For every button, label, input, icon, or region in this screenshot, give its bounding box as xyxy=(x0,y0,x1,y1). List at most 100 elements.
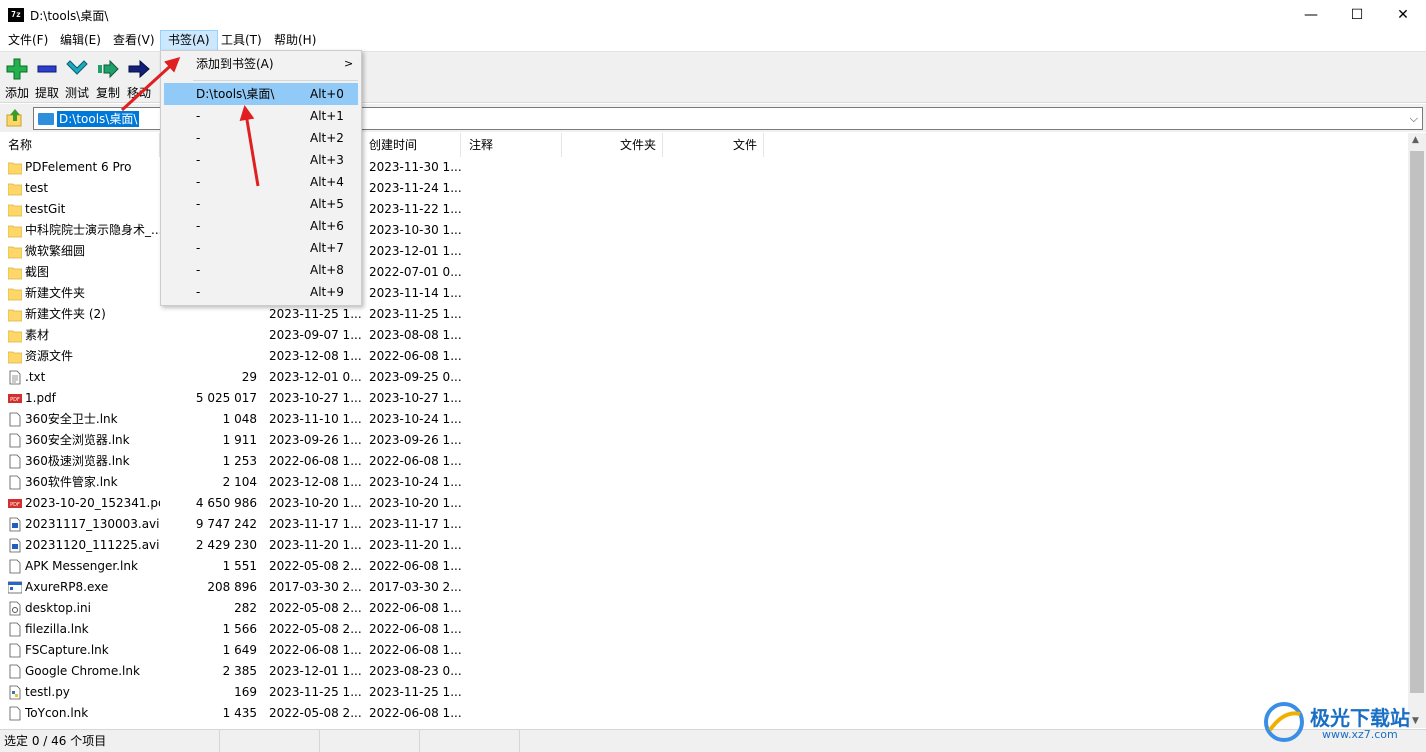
bookmark-shortcut: Alt+6 xyxy=(310,219,344,233)
file-created: 2023-09-26 1... xyxy=(369,433,461,447)
bookmark-shortcut: Alt+7 xyxy=(310,241,344,255)
video-file-icon xyxy=(9,517,21,532)
bookmark-item-5[interactable]: - Alt+5 xyxy=(164,193,358,215)
svg-text:PDF: PDF xyxy=(10,502,20,508)
table-row[interactable]: 360软件管家.lnk 2 104 2023-12-08 1... 2023-10-2… xyxy=(0,472,1408,493)
file-modified: 2022-05-08 2... xyxy=(269,622,361,636)
column-header-created[interactable]: 创建时间 xyxy=(361,133,461,157)
add-to-bookmarks-label: 添加到书签(A) xyxy=(196,57,274,71)
table-row[interactable]: 360安全浏览器.lnk 1 911 2023-09-26 1... 2023-09-… xyxy=(0,430,1408,451)
bookmark-label: - xyxy=(196,263,201,277)
table-row[interactable]: 新建文件夹 (2) 2023-11-25 1... 2023-11-25 1... xyxy=(0,304,1408,325)
bookmark-item-3[interactable]: - Alt+3 xyxy=(164,149,358,171)
table-row[interactable]: Google Chrome.lnk 2 385 2023-12-01 1... 202… xyxy=(0,661,1408,682)
menu-tools[interactable]: 工具(T) xyxy=(214,30,269,51)
table-row[interactable]: 360安全卫士.lnk 1 048 2023-11-10 1... 2023-10-2… xyxy=(0,409,1408,430)
table-row[interactable]: 20231117_130003.avi 9 747 242 2023-11-17 1… xyxy=(0,514,1408,535)
submenu-arrow-icon: > xyxy=(344,57,354,70)
menu-edit[interactable]: 编辑(E) xyxy=(53,30,108,51)
file-created: 2023-11-14 1... xyxy=(369,286,461,300)
bookmark-item-9[interactable]: - Alt+9 xyxy=(164,281,358,303)
table-row[interactable]: testl.py 169 2023-11-25 1... 2023-11-25 1..… xyxy=(0,682,1408,703)
copy-button[interactable]: 复制 xyxy=(93,54,123,102)
menu-view[interactable]: 查看(V) xyxy=(106,30,162,51)
file-name: APK Messenger.lnk xyxy=(25,559,138,573)
file-created: 2023-11-24 1... xyxy=(369,181,461,195)
file-modified: 2022-05-08 2... xyxy=(269,601,361,615)
add-to-bookmarks-item[interactable]: 添加到书签(A) > xyxy=(164,53,358,75)
table-row[interactable]: AxureRP8.exe 208 896 2017-03-30 2... 2017-0… xyxy=(0,577,1408,598)
status-packed xyxy=(320,730,420,752)
table-row[interactable]: APK Messenger.lnk 1 551 2022-05-08 2... 202… xyxy=(0,556,1408,577)
bookmark-item-7[interactable]: - Alt+7 xyxy=(164,237,358,259)
column-header-files[interactable]: 文件 xyxy=(663,133,764,157)
table-row[interactable]: PDF 2023-10-20_152341.pdf 4 650 986 2023-10… xyxy=(0,493,1408,514)
file-modified: 2023-11-17 1... xyxy=(269,517,361,531)
file-name: 360安全卫士.lnk xyxy=(25,412,118,426)
bookmark-item-8[interactable]: - Alt+8 xyxy=(164,259,358,281)
file-modified: 2023-10-20 1... xyxy=(269,496,361,510)
maximize-button[interactable]: ☐ xyxy=(1334,0,1380,30)
minimize-button[interactable]: — xyxy=(1288,0,1334,30)
drive-icon xyxy=(38,113,54,125)
menu-file[interactable]: 文件(F) xyxy=(1,30,55,51)
column-header-folders[interactable]: 文件夹 xyxy=(562,133,663,157)
vertical-scrollbar[interactable]: ▲ ▼ xyxy=(1408,133,1426,728)
table-row[interactable]: ToYcon.lnk 1 435 2022-05-08 2... 2022-06-08… xyxy=(0,703,1408,724)
watermark-logo: 极光下载站 www.xz7.com xyxy=(1262,700,1422,748)
file-name: 20231120_111225.avi xyxy=(25,538,160,552)
window-title: D:\tools\桌面\ xyxy=(30,9,109,23)
scroll-up-icon[interactable]: ▲ xyxy=(1412,135,1419,145)
file-modified: 2023-12-08 1... xyxy=(269,475,361,489)
add-button[interactable]: 添加 xyxy=(2,54,32,102)
test-button[interactable]: 测试 xyxy=(62,54,92,102)
table-row[interactable]: 素材 2023-09-07 1... 2023-08-08 1... xyxy=(0,325,1408,346)
table-row[interactable]: 20231120_111225.avi 2 429 230 2023-11-20 1… xyxy=(0,535,1408,556)
file-created: 2022-06-08 1... xyxy=(369,706,461,720)
video-file-icon xyxy=(9,538,21,553)
file-name: FSCapture.lnk xyxy=(25,643,109,657)
bookmark-item-2[interactable]: - Alt+2 xyxy=(164,127,358,149)
table-row[interactable]: FSCapture.lnk 1 649 2022-06-08 1... 2022-06… xyxy=(0,640,1408,661)
column-header-name[interactable]: 名称 xyxy=(0,133,160,157)
folder-up-icon[interactable] xyxy=(5,108,25,128)
table-row[interactable]: desktop.ini 282 2022-05-08 2... 2022-06-08 … xyxy=(0,598,1408,619)
bookmark-item-0[interactable]: D:\tools\桌面\ Alt+0 xyxy=(164,83,358,105)
close-button[interactable]: ✕ xyxy=(1380,0,1426,30)
file-name: 微软繁细圆 xyxy=(25,244,86,258)
file-created: 2023-11-25 1... xyxy=(369,307,461,321)
file-name: 2023-10-20_152341.pdf xyxy=(25,496,160,510)
folder-icon xyxy=(8,246,22,259)
file-size: 2 104 xyxy=(222,475,257,489)
file-name: 360软件管家.lnk xyxy=(25,475,118,489)
file-size: 1 911 xyxy=(222,433,257,447)
extract-button[interactable]: 提取 xyxy=(32,54,62,102)
bookmark-shortcut: Alt+4 xyxy=(310,175,344,189)
file-size xyxy=(160,346,257,367)
table-row[interactable]: 360极速浏览器.lnk 1 253 2022-06-08 1... 2022-06-… xyxy=(0,451,1408,472)
file-icon xyxy=(9,706,21,721)
minus-icon xyxy=(37,65,57,73)
copy-arrow-icon xyxy=(98,59,119,79)
menu-help[interactable]: 帮助(H) xyxy=(267,30,323,51)
bookmark-item-1[interactable]: - Alt+1 xyxy=(164,105,358,127)
table-row[interactable]: 资源文件 2023-12-08 1... 2022-06-08 1... xyxy=(0,346,1408,367)
file-icon xyxy=(9,475,21,490)
scroll-thumb[interactable] xyxy=(1410,151,1424,693)
test-label: 测试 xyxy=(64,86,89,100)
file-size: 29 xyxy=(241,370,257,384)
table-row[interactable]: PDF 1.pdf 5 025 017 2023-10-27 1... 2023-10-… xyxy=(0,388,1408,409)
bookmark-item-6[interactable]: - Alt+6 xyxy=(164,215,358,237)
table-row[interactable]: filezilla.lnk 1 566 2022-05-08 2... 2022-06… xyxy=(0,619,1408,640)
status-selection: 选定 0 / 46 个项目 xyxy=(0,730,220,752)
folder-icon xyxy=(8,288,22,301)
file-name: 中科院院士演示隐身术_... xyxy=(25,223,160,237)
column-header-comment[interactable]: 注释 xyxy=(461,133,562,157)
chevron-down-icon[interactable]: ⌵ xyxy=(1410,112,1418,126)
file-name: test xyxy=(25,181,49,195)
move-button[interactable]: 移动 xyxy=(124,54,154,102)
bookmark-item-4[interactable]: - Alt+4 xyxy=(164,171,358,193)
table-row[interactable]: .txt 29 2023-12-01 0... 2023-09-25 0... xyxy=(0,367,1408,388)
file-created: 2023-12-01 1... xyxy=(369,244,461,258)
menu-bookmarks[interactable]: 书签(A) xyxy=(160,30,218,51)
